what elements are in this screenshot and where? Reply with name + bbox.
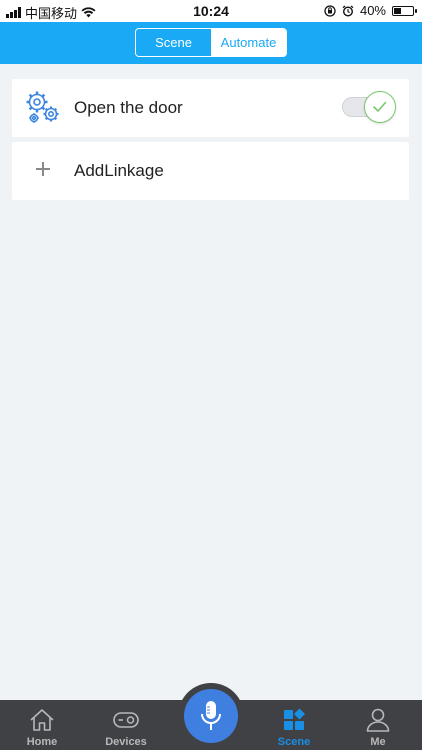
person-icon <box>366 708 390 732</box>
header-bar: Scene Automate <box>0 22 422 64</box>
automation-item-open-door[interactable]: Open the door <box>12 79 409 137</box>
scene-automate-segmented-control: Scene Automate <box>135 28 287 57</box>
battery-icon <box>392 5 417 16</box>
plus-icon <box>36 162 50 176</box>
automation-label: Open the door <box>74 98 183 117</box>
check-icon <box>373 101 387 112</box>
voice-control-button[interactable] <box>184 689 238 743</box>
status-right: 40% <box>324 3 417 18</box>
battery-fill <box>394 7 401 14</box>
home-icon <box>30 709 54 731</box>
add-linkage-item[interactable]: AddLinkage <box>12 142 409 200</box>
tab-devices-label: Devices <box>105 736 147 748</box>
tab-me[interactable]: Me <box>336 700 420 750</box>
battery-percent: 40% <box>359 3 386 18</box>
tab-scene[interactable]: Scene <box>136 29 211 56</box>
tab-automate[interactable]: Automate <box>211 29 286 56</box>
tab-me-label: Me <box>370 736 386 748</box>
toggle-knob <box>364 91 396 123</box>
tab-home-label: Home <box>26 736 58 748</box>
tab-scene-bottom[interactable]: Scene <box>252 700 336 750</box>
devices-icon <box>113 712 139 728</box>
status-bar: 中国移动 10:24 40% <box>0 0 422 22</box>
add-linkage-label: AddLinkage <box>74 161 164 180</box>
orientation-lock-icon <box>324 4 336 17</box>
tab-scene-bottom-label: Scene <box>277 736 311 748</box>
tab-home[interactable]: Home <box>0 700 84 750</box>
alarm-icon <box>342 4 354 17</box>
tab-devices[interactable]: Devices <box>84 700 168 750</box>
gears-icon <box>26 91 59 123</box>
automation-toggle[interactable] <box>342 91 396 123</box>
microphone-icon <box>201 701 221 730</box>
scene-icon <box>284 708 305 730</box>
